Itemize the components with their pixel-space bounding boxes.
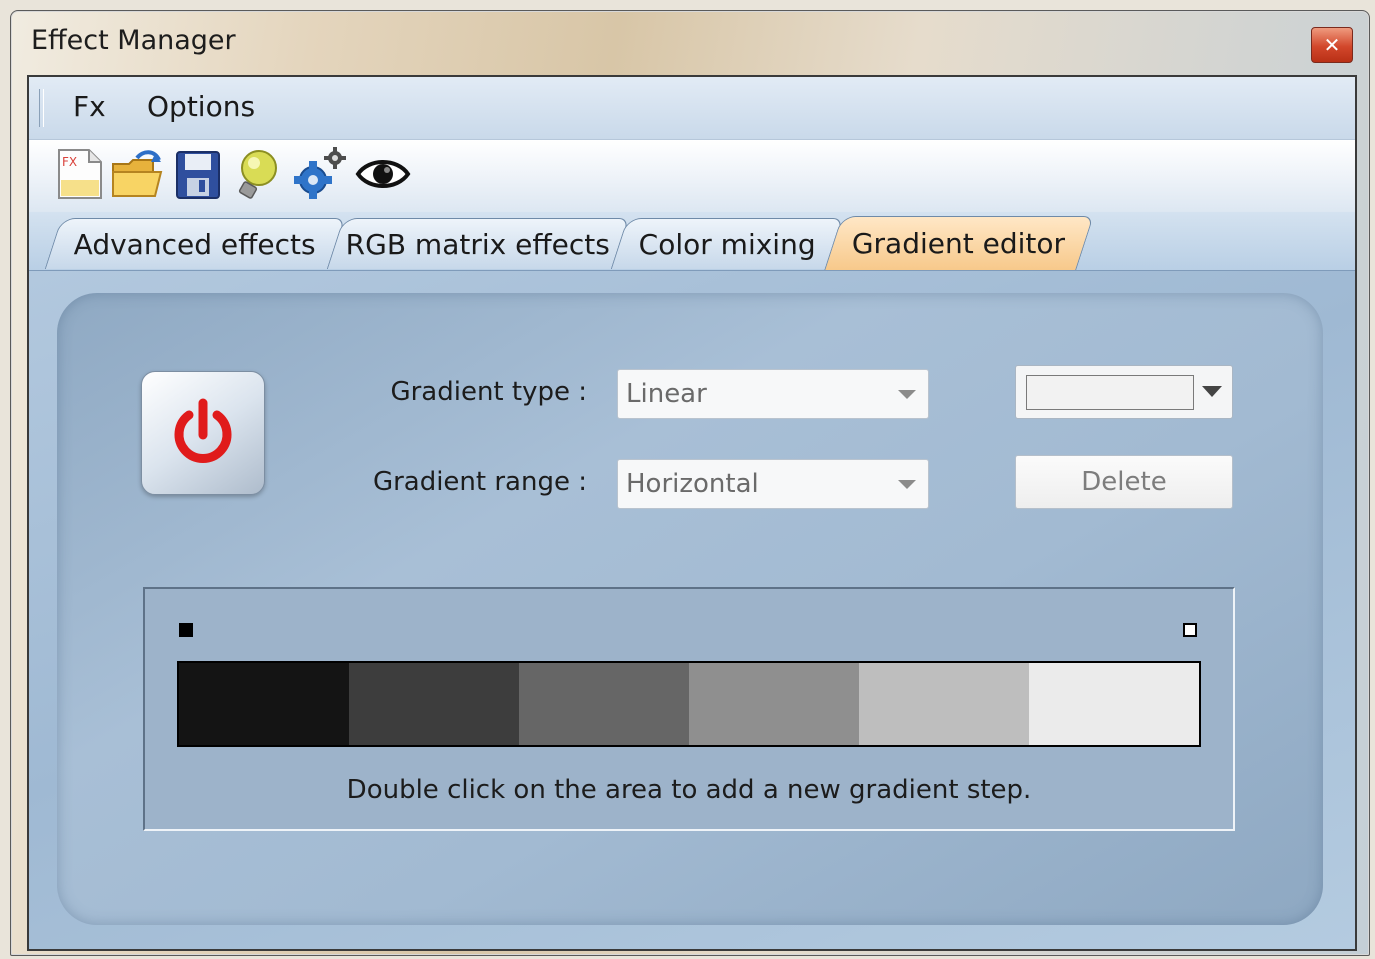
- step-color-picker[interactable]: [1015, 365, 1233, 419]
- gradient-bar[interactable]: [177, 661, 1201, 747]
- menu-bar: Fx Options: [29, 77, 1355, 139]
- tab-strip: Advanced effects RGB matrix effects Colo…: [29, 212, 1355, 271]
- gradient-range-label: Gradient range :: [372, 467, 587, 497]
- gradient-type-label: Gradient type :: [390, 377, 587, 407]
- effect-manager-window: Effect Manager ✕ Fx Options FX Advanced …: [10, 10, 1370, 956]
- settings-gears-icon[interactable]: [291, 146, 347, 202]
- tab-color-mixing[interactable]: Color mixing: [610, 218, 844, 269]
- close-icon: ✕: [1323, 33, 1341, 57]
- lightbulb-icon[interactable]: [229, 146, 285, 202]
- gradient-settings-panel: Gradient type : Linear Gradient range : …: [57, 293, 1323, 925]
- menu-grip: [39, 89, 44, 127]
- gradient-band: [349, 663, 519, 745]
- gradient-type-select[interactable]: Linear: [617, 369, 929, 419]
- svg-text:FX: FX: [62, 155, 77, 169]
- gradient-step-marker-end[interactable]: [1183, 623, 1197, 637]
- gradient-band: [859, 663, 1029, 745]
- tab-rgb-matrix-effects[interactable]: RGB matrix effects: [326, 218, 630, 269]
- client-area: Fx Options FX Advanced effects RGB matri…: [27, 75, 1357, 951]
- tab-advanced-effects[interactable]: Advanced effects: [44, 218, 346, 269]
- gradient-range-value: Horizontal: [626, 469, 759, 499]
- power-icon: [174, 398, 232, 463]
- save-icon[interactable]: [169, 146, 225, 202]
- tab-gradient-editor[interactable]: Gradient editor: [824, 216, 1094, 270]
- gradient-band: [179, 663, 349, 745]
- gradient-range-select[interactable]: Horizontal: [617, 459, 929, 509]
- gradient-preview-area[interactable]: Double click on the area to add a new gr…: [143, 587, 1235, 831]
- new-effect-icon[interactable]: FX: [51, 146, 107, 202]
- toolbar: FX: [29, 139, 1355, 213]
- color-swatch: [1026, 375, 1194, 410]
- chevron-down-icon: [898, 480, 916, 489]
- delete-step-button[interactable]: Delete: [1015, 455, 1233, 509]
- menu-options[interactable]: Options: [147, 90, 255, 123]
- gradient-type-value: Linear: [626, 379, 707, 409]
- gradient-hint-text: Double click on the area to add a new gr…: [346, 775, 1032, 805]
- preview-eye-icon[interactable]: [355, 146, 411, 202]
- gradient-band: [689, 663, 859, 745]
- window-title: Effect Manager: [31, 25, 236, 56]
- chevron-down-icon: [898, 390, 916, 399]
- gradient-step-marker-start[interactable]: [179, 623, 193, 637]
- gradient-band: [519, 663, 689, 745]
- power-toggle-button[interactable]: [141, 371, 265, 495]
- menu-fx[interactable]: Fx: [73, 90, 106, 123]
- gradient-band: [1029, 663, 1199, 745]
- gradient-editor-page: Gradient type : Linear Gradient range : …: [29, 271, 1355, 949]
- open-folder-icon[interactable]: [109, 146, 165, 202]
- close-button[interactable]: ✕: [1311, 27, 1353, 63]
- chevron-down-icon: [1202, 386, 1222, 397]
